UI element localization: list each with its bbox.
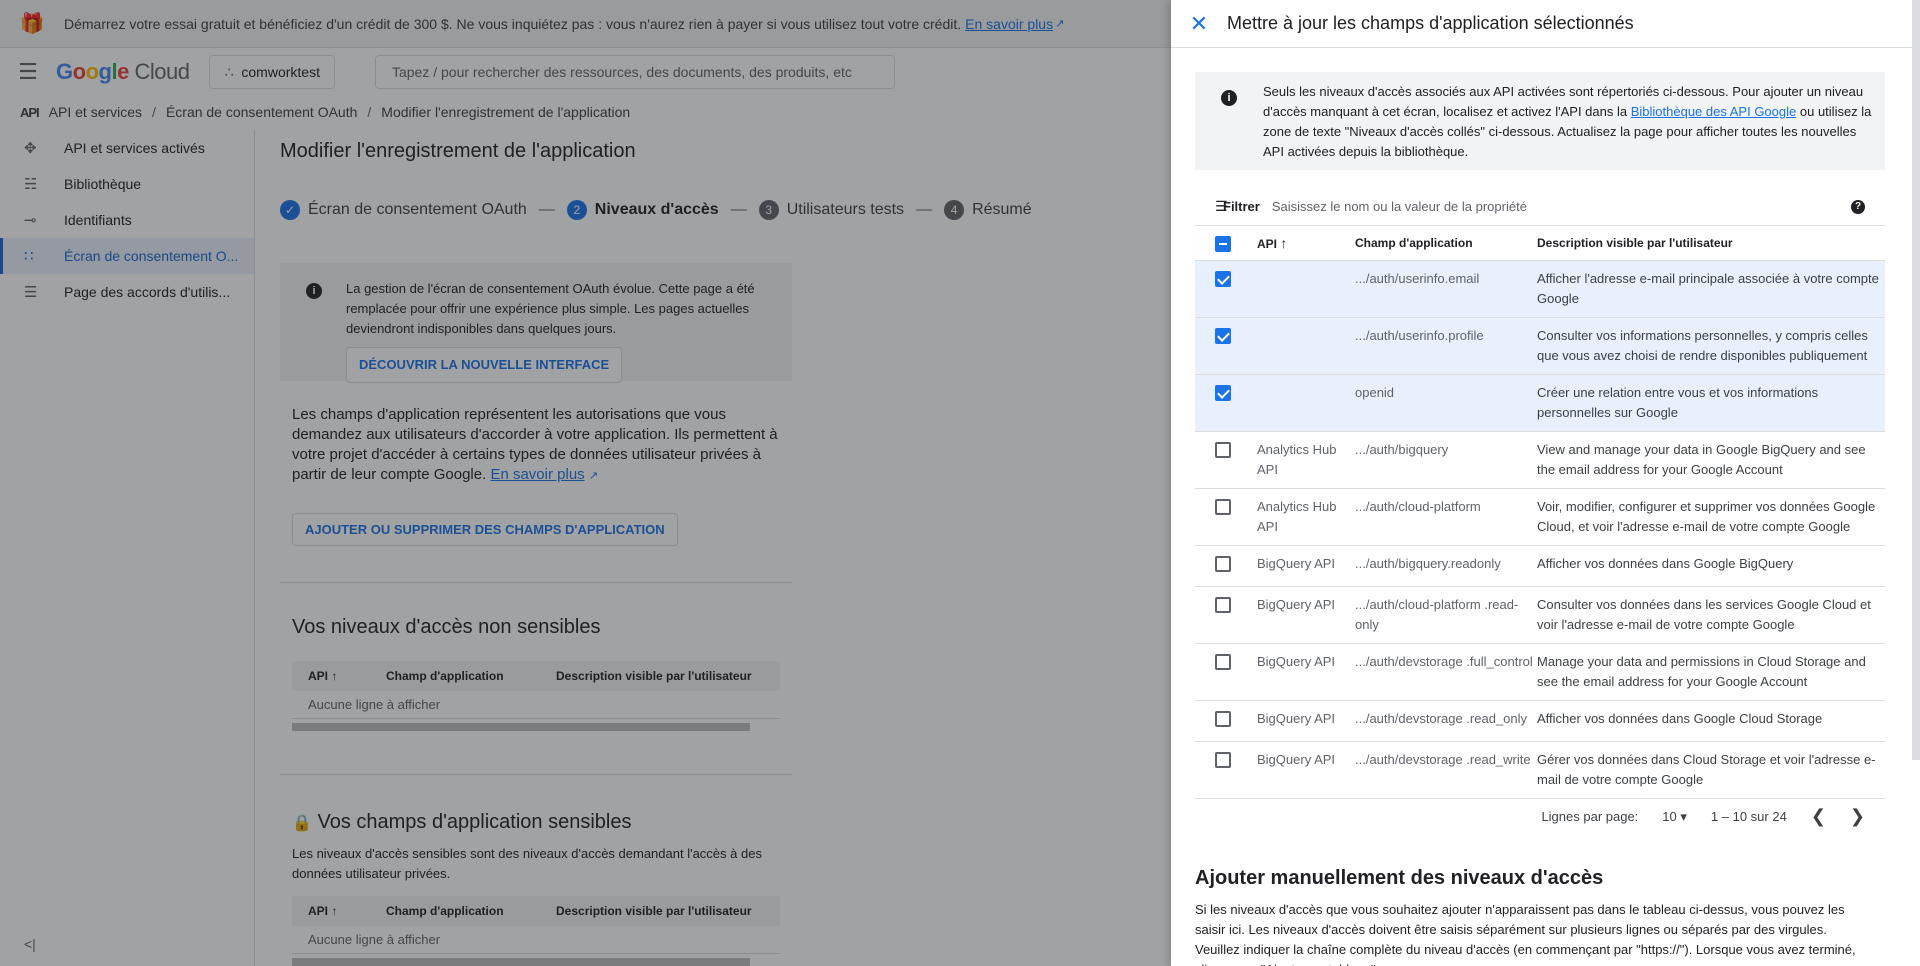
scope-cell: .../auth/devstorage .read_write	[1355, 741, 1537, 799]
column-header-scope: Champ d'application	[1355, 226, 1537, 261]
scope-cell: .../auth/userinfo.profile	[1355, 317, 1537, 375]
dropdown-arrow-icon: ▾	[1680, 808, 1687, 824]
row-checkbox[interactable]	[1215, 751, 1231, 768]
help-icon[interactable]: ?	[1851, 199, 1865, 214]
manual-scopes-text: Si les niveaux d'accès que vous souhaite…	[1195, 901, 1856, 966]
table-row[interactable]: .../auth/userinfo.email Afficher l'adress…	[1195, 260, 1885, 318]
rows-per-page-label: Lignes par page:	[1541, 809, 1639, 824]
panel-title: Mettre à jour les champs d'application s…	[1227, 13, 1634, 33]
info-icon: i	[1221, 90, 1237, 106]
scope-cell: .../auth/devstorage .full_control	[1355, 643, 1537, 701]
description-cell: Consulter vos données dans les services …	[1537, 586, 1885, 644]
previous-page-icon[interactable]: ❮	[1811, 806, 1826, 827]
panel-header: ✕ Mettre à jour les champs d'application…	[1171, 0, 1920, 48]
row-checkbox[interactable]	[1215, 327, 1231, 344]
manual-scopes-title: Ajouter manuellement des niveaux d'accès	[1195, 866, 1604, 889]
scope-cell: .../auth/bigquery.readonly	[1355, 545, 1537, 587]
table-row[interactable]: Analytics Hub API .../auth/bigquery View a…	[1195, 431, 1885, 489]
scope-cell: .../auth/cloud-platform	[1355, 488, 1537, 546]
close-icon[interactable]: ✕	[1171, 11, 1227, 37]
row-checkbox[interactable]	[1215, 596, 1231, 613]
description-cell: Manage your data and permissions in Clou…	[1537, 643, 1885, 701]
table-row[interactable]: BigQuery API .../auth/cloud-platform .rea…	[1195, 586, 1885, 644]
next-page-icon[interactable]: ❯	[1850, 806, 1865, 827]
pagination: Lignes par page: 10 ▾ 1 – 10 sur 24 ❮ ❯	[1195, 799, 1885, 835]
api-cell: Analytics Hub API	[1257, 431, 1355, 489]
table-row[interactable]: .../auth/userinfo.profile Consulter vos i…	[1195, 317, 1885, 375]
description-cell: Consulter vos informations personnelles,…	[1537, 317, 1885, 375]
sort-ascending-icon: ↑	[1280, 234, 1288, 251]
table-row[interactable]: openid Créer une relation entre vous et v…	[1195, 374, 1885, 432]
api-cell: BigQuery API	[1257, 545, 1355, 587]
filter-label: Filtrer	[1223, 199, 1260, 214]
vertical-scrollbar[interactable]	[1912, 0, 1920, 760]
description-cell: Afficher vos données dans Google BigQuer…	[1537, 545, 1885, 587]
api-cell: BigQuery API	[1257, 643, 1355, 701]
row-checkbox[interactable]	[1215, 555, 1231, 572]
api-cell: BigQuery API	[1257, 586, 1355, 644]
api-cell	[1257, 317, 1355, 375]
api-cell: Analytics Hub API	[1257, 488, 1355, 546]
table-row[interactable]: BigQuery API .../auth/devstorage .read_on…	[1195, 700, 1885, 742]
description-cell: Gérer vos données dans Cloud Storage et …	[1537, 741, 1885, 799]
scope-cell: .../auth/userinfo.email	[1355, 260, 1537, 318]
column-header-api[interactable]: API ↑	[1257, 226, 1355, 261]
description-cell: View and manage your data in Google BigQ…	[1537, 431, 1885, 489]
table-row[interactable]: BigQuery API .../auth/devstorage .read_wr…	[1195, 741, 1885, 799]
filter-input[interactable]: Saisissez le nom ou la valeur de la prop…	[1272, 199, 1851, 214]
update-scopes-panel: ✕ Mettre à jour les champs d'application…	[1171, 0, 1920, 966]
row-checkbox[interactable]	[1215, 270, 1231, 287]
description-cell: Voir, modifier, configurer et supprimer …	[1537, 488, 1885, 546]
api-cell	[1257, 374, 1355, 432]
table-header-row: API ↑ Champ d'application Description vi…	[1195, 226, 1885, 261]
column-header-description: Description visible par l'utilisateur	[1537, 226, 1885, 261]
description-cell: Afficher l'adresse e-mail principale ass…	[1537, 260, 1885, 318]
table-row[interactable]: Analytics Hub API .../auth/cloud-platform…	[1195, 488, 1885, 546]
description-cell: Créer une relation entre vous et vos inf…	[1537, 374, 1885, 432]
table-row[interactable]: BigQuery API .../auth/devstorage .full_co…	[1195, 643, 1885, 701]
description-cell: Afficher vos données dans Google Cloud S…	[1537, 700, 1885, 742]
filter-bar[interactable]: ☰ Filtrer Saisissez le nom ou la valeur …	[1195, 188, 1885, 226]
panel-body: i Seuls les niveaux d'accès associés aux…	[1195, 72, 1885, 966]
table-row[interactable]: BigQuery API .../auth/bigquery.readonly Af…	[1195, 545, 1885, 587]
scope-cell: .../auth/cloud-platform .read-only	[1355, 586, 1537, 644]
filter-icon: ☰	[1215, 198, 1228, 214]
row-checkbox[interactable]	[1215, 498, 1231, 515]
row-checkbox[interactable]	[1215, 710, 1231, 727]
row-checkbox[interactable]	[1215, 653, 1231, 670]
panel-info-banner: i Seuls les niveaux d'accès associés aux…	[1195, 72, 1885, 170]
modal-backdrop[interactable]	[0, 0, 1171, 966]
row-checkbox[interactable]	[1215, 441, 1231, 458]
api-cell: BigQuery API	[1257, 741, 1355, 799]
select-all-checkbox[interactable]	[1215, 236, 1231, 253]
api-library-link[interactable]: Bibliothèque des API Google	[1631, 104, 1797, 119]
scope-cell: .../auth/devstorage .read_only	[1355, 700, 1537, 742]
scope-cell: .../auth/bigquery	[1355, 431, 1537, 489]
rows-per-page-select[interactable]: 10 ▾	[1662, 809, 1687, 825]
api-cell: BigQuery API	[1257, 700, 1355, 742]
page-range: 1 – 10 sur 24	[1710, 809, 1787, 824]
row-checkbox[interactable]	[1215, 384, 1231, 401]
scope-cell: openid	[1355, 374, 1537, 432]
scopes-table: API ↑ Champ d'application Description vi…	[1195, 226, 1885, 799]
api-cell	[1257, 260, 1355, 318]
